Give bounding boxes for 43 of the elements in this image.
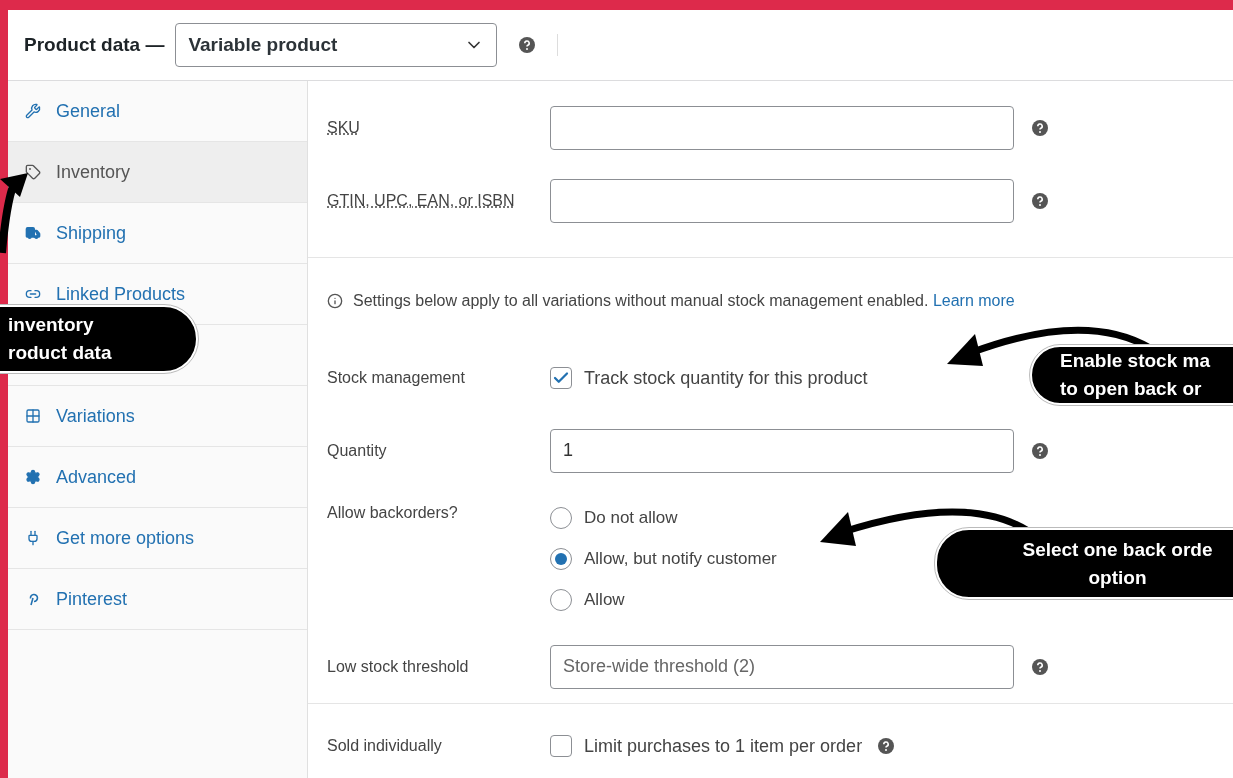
input-field[interactable] xyxy=(550,178,1014,223)
field-label: Low stock threshold xyxy=(327,656,470,677)
help-icon[interactable] xyxy=(1032,192,1048,209)
tag-icon xyxy=(25,164,41,180)
info-icon xyxy=(327,293,343,309)
field-label: Stock management xyxy=(327,368,466,388)
panel-title: Product data — xyxy=(24,32,165,57)
callout-tooltip: Select one back orde option xyxy=(935,528,1233,599)
field-label: Allow backorders? xyxy=(327,503,459,523)
field-label: Quantity xyxy=(327,440,388,461)
gear-icon xyxy=(25,469,41,485)
checkbox[interactable] xyxy=(550,367,572,389)
field-label: Sold individually xyxy=(327,736,443,756)
help-icon[interactable] xyxy=(878,738,895,754)
callout-tooltip: Enable stock ma to open back or xyxy=(1030,345,1233,405)
product-type-select[interactable]: Variable product xyxy=(175,23,498,67)
help-icon[interactable] xyxy=(1032,658,1048,675)
input-field[interactable]: Store-wide threshold (2) xyxy=(550,644,1014,689)
plug-icon xyxy=(25,530,41,546)
wrench-icon xyxy=(25,103,41,119)
notice-text: Settings below apply to all variations without manual stock management enabled. Learn more xyxy=(353,291,1015,311)
input-field[interactable] xyxy=(550,105,1014,150)
grid-icon xyxy=(25,408,41,424)
learn-more-link[interactable]: Learn more xyxy=(932,292,1015,309)
help-icon[interactable] xyxy=(1032,119,1048,136)
truck-icon xyxy=(25,225,41,241)
callout-tooltip: inventory roduct data xyxy=(0,305,198,373)
radio-label: Do not allow xyxy=(584,506,678,529)
radio-button[interactable] xyxy=(550,547,572,570)
checkbox-label: Limit purchases to 1 item per order xyxy=(584,734,863,758)
help-icon[interactable] xyxy=(1032,442,1048,459)
field-label: SKU xyxy=(327,117,361,138)
radio-button[interactable] xyxy=(550,588,572,611)
input-field[interactable]: 1 xyxy=(550,428,1014,473)
radio-button[interactable] xyxy=(550,506,572,529)
help-icon[interactable] xyxy=(519,37,536,53)
sidebar-tab[interactable]: Inventory xyxy=(8,142,307,203)
checkbox-label: Track stock quantity for this product xyxy=(584,366,868,390)
field-label: GTIN, UPC, EAN, or ISBN xyxy=(327,190,516,211)
checkbox[interactable] xyxy=(550,735,572,757)
letter-p-icon xyxy=(27,592,39,606)
radio-label: Allow xyxy=(584,588,625,611)
radio-label: Allow, but notify customer xyxy=(584,547,777,570)
